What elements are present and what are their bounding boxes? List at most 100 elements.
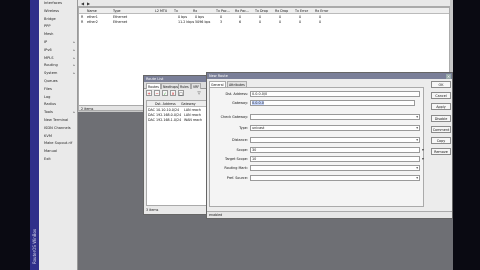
sidebar-item[interactable]: Wireless — [39, 8, 77, 16]
route-list-window[interactable]: Route List Routes Nexthops Rules VRF + − ✓ … — [143, 75, 209, 215]
chevron-right-icon: ▸ — [73, 110, 75, 115]
sidebar-item[interactable]: Files — [39, 86, 77, 94]
field-input[interactable]: 10 — [250, 156, 420, 162]
new-route-titlebar[interactable]: New Route × — [207, 73, 452, 79]
chevron-right-icon: ▸ — [73, 71, 75, 76]
sidebar-item[interactable]: IP ▸ — [39, 39, 77, 47]
copy-button[interactable]: Copy — [431, 136, 451, 144]
sidebar-item-label: PPP — [44, 24, 51, 29]
table-cell: 0 bps — [195, 14, 205, 19]
table-cell: Ethernet — [113, 19, 128, 24]
route-gateway: WAN reach — [184, 118, 203, 123]
sidebar-item[interactable]: ISDN Channels — [39, 125, 77, 133]
sidebar-item-label: Make Supout.rif — [44, 141, 73, 146]
filter-icon[interactable]: ▽ — [196, 90, 202, 96]
sidebar-item[interactable]: Manual — [39, 148, 77, 156]
column-header[interactable]: Rx Drop — [275, 9, 288, 13]
window-title: Route List — [146, 77, 164, 81]
field-input[interactable]: 0.0.0.0/0 — [250, 91, 420, 97]
sidebar-item-label: Queues — [44, 78, 58, 83]
column-header[interactable]: Name — [87, 9, 97, 13]
column-dst-address[interactable]: Dst. Address — [155, 102, 176, 106]
column-header[interactable]: Tx Pac... — [216, 9, 230, 13]
sidebar-item[interactable]: KVM — [39, 133, 77, 141]
remove-icon[interactable]: − — [154, 90, 160, 96]
column-gateway[interactable]: Gateway — [181, 102, 196, 106]
sidebar-item[interactable]: MPLS ▸ — [39, 55, 77, 63]
back-icon[interactable]: ◀ — [81, 1, 84, 6]
sidebar-item-label: MPLS — [44, 55, 54, 60]
column-header[interactable]: Type — [113, 9, 121, 13]
route-table-body: DAC 10.10.10.0/24 LAN reach DAC 192.168.0.0/… — [147, 107, 207, 123]
comment-button[interactable]: Comment — [431, 125, 451, 133]
table-row[interactable]: DAC 192.168.1.0/24 WAN reach — [147, 117, 207, 122]
field-value: 10 — [252, 157, 257, 161]
table-row[interactable]: Rether2 Ethernet 11.2 kbps 5096 bps 3 6 0 0 0 0 — [79, 19, 449, 24]
table-body: Rether1 Ethernet 0 bps 0 bps 0 0 0 0 0 0 Rether2 Et… — [79, 14, 449, 24]
sidebar-item[interactable]: Make Supout.rif — [39, 140, 77, 148]
sidebar-item[interactable]: Queues — [39, 78, 77, 86]
sidebar-item[interactable]: New Terminal — [39, 117, 77, 125]
sidebar-item[interactable]: Interfaces — [39, 0, 77, 8]
sidebar-item[interactable]: IPv6 ▸ — [39, 47, 77, 55]
column-header[interactable]: Rx Error — [315, 9, 328, 13]
field-input[interactable]: 30 — [250, 147, 420, 153]
sidebar-item[interactable]: Log — [39, 94, 77, 102]
cancel-button[interactable]: Cancel — [431, 92, 451, 100]
route-gateway: LAN reach — [184, 112, 201, 117]
disable-button[interactable]: Disable — [431, 114, 451, 122]
column-header[interactable]: Tx Error — [295, 9, 308, 13]
sidebar-item-label: Log — [44, 94, 51, 99]
chevron-down-icon[interactable]: ▾ — [422, 156, 424, 161]
sidebar-item[interactable]: Exit — [39, 156, 77, 164]
chevron-down-icon[interactable]: ▾ — [422, 147, 424, 152]
field-label: Type: — [239, 125, 248, 130]
column-header[interactable]: L2 MTU — [155, 9, 167, 13]
forward-icon[interactable]: ▶ — [87, 1, 90, 6]
sidebar-item-label: KVM — [44, 133, 52, 138]
sidebar-item[interactable]: Mesh — [39, 31, 77, 39]
field-input[interactable]: 0.0.0.0 — [250, 100, 415, 106]
new-route-window[interactable]: New Route × General Attributes Dst. Addre… — [206, 72, 453, 219]
sidebar-item[interactable]: System ▸ — [39, 70, 77, 78]
field-input[interactable]: unicast — [250, 125, 420, 131]
apply-button[interactable]: Apply — [431, 103, 451, 111]
field-input[interactable] — [250, 175, 420, 181]
field-input[interactable] — [250, 137, 420, 143]
field-label: Check Gateway: — [220, 114, 248, 119]
table-cell: 6 — [239, 19, 242, 24]
disable-icon[interactable]: × — [170, 90, 176, 96]
sidebar-item[interactable]: Radius — [39, 101, 77, 109]
route-dst: 10.10.10.0/24 — [156, 107, 180, 112]
remove-button[interactable]: Remove — [431, 148, 451, 156]
comment-icon[interactable]: □ — [178, 90, 184, 96]
route-list-toolbar: + − ✓ × □ ▽ — [144, 89, 208, 97]
enable-icon[interactable]: ✓ — [162, 90, 168, 96]
form-row: Dst. Address: 0.0.0.0/0 — [210, 91, 425, 97]
field-input[interactable] — [250, 165, 420, 171]
table-cell: 0 — [279, 14, 282, 19]
sidebar-item[interactable]: Tools ▸ — [39, 109, 77, 117]
sidebar-item[interactable]: PPP — [39, 23, 77, 31]
route-status: enabled — [209, 213, 223, 217]
add-icon[interactable]: + — [146, 90, 152, 96]
column-header[interactable]: Tx Drop — [255, 9, 268, 13]
field-value: 30 — [252, 148, 257, 152]
column-header[interactable]: Rx — [193, 9, 197, 13]
close-icon[interactable]: × — [446, 73, 451, 79]
chevron-right-icon: ▸ — [73, 55, 75, 60]
sidebar-item[interactable]: Routing ▸ — [39, 62, 77, 70]
field-input[interactable] — [250, 114, 420, 120]
column-header[interactable]: Rx Pac... — [235, 9, 249, 13]
sidebar-item-label: System — [44, 71, 58, 76]
sidebar-item[interactable]: Bridge — [39, 16, 77, 24]
new-route-tabs: General Attributes — [209, 80, 424, 87]
sidebar-item-label: Wireless — [44, 8, 60, 13]
chevron-right-icon: ▸ — [73, 39, 75, 44]
ok-button[interactable]: OK — [431, 81, 451, 88]
sidebar-menu: Interfaces Wireless Bridge PPP Mesh IP ▸ IPv6 ▸ M… — [39, 0, 78, 270]
sidebar-item-label: Files — [44, 86, 52, 91]
route-flag: DAC — [148, 118, 155, 123]
table-cell: ether1 — [87, 14, 98, 19]
column-header[interactable]: Tx — [174, 9, 178, 13]
